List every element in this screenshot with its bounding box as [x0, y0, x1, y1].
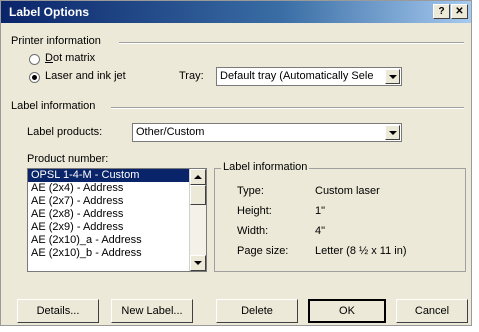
laser-label: Laser and ink jet [45, 70, 126, 82]
label-details-title: Label information [221, 161, 310, 173]
divider [119, 42, 464, 44]
list-scrollbar[interactable] [189, 169, 206, 271]
page-size-value: Letter (8 ½ x 11 in) [315, 245, 407, 257]
divider [111, 107, 464, 109]
type-label: Type: [237, 185, 264, 197]
product-number-label: Product number: [27, 153, 109, 165]
title-bar: Label Options ? ✕ [1, 1, 471, 23]
list-item[interactable]: AE (2x7) - Address [28, 195, 206, 208]
label-options-dialog: Label Options ? ✕ Printer information Do… [0, 0, 472, 326]
ok-button[interactable]: OK [308, 299, 386, 323]
scroll-up-icon[interactable] [190, 169, 206, 185]
chevron-down-icon[interactable] [385, 69, 400, 84]
details-button[interactable]: Details... [17, 299, 99, 323]
label-details-group: Label information Type: Custom laser Hei… [214, 161, 466, 272]
width-label: Width: [237, 225, 269, 237]
help-icon[interactable]: ? [433, 4, 450, 19]
type-value: Custom laser [315, 185, 380, 197]
list-item[interactable]: AE (2x4) - Address [28, 182, 206, 195]
dot-matrix-label: Dot matrix [45, 52, 96, 64]
width-value: 4" [315, 225, 326, 237]
label-info-heading: Label information [11, 100, 96, 112]
height-label: Height: [237, 205, 272, 217]
laser-radio[interactable] [29, 72, 40, 83]
label-products-dropdown[interactable]: Other/Custom [132, 123, 402, 142]
list-item[interactable]: AE (2x10)_a - Address [28, 234, 206, 247]
delete-button[interactable]: Delete [216, 299, 298, 323]
list-item[interactable]: OPSL 1-4-M - Custom [28, 169, 206, 182]
page-size-label: Page size: [237, 245, 289, 257]
tray-dropdown[interactable]: Default tray (Automatically Sele [216, 67, 402, 86]
list-item[interactable]: AE (2x8) - Address [28, 208, 206, 221]
height-value: 1" [315, 205, 326, 217]
list-item[interactable]: AE (2x10)_b - Address [28, 247, 206, 260]
label-products-value: Other/Custom [136, 126, 205, 138]
tray-value: Default tray (Automatically Sele [220, 70, 374, 82]
chevron-down-icon[interactable] [385, 125, 400, 140]
label-products-label: Label products: [27, 126, 103, 138]
cancel-button[interactable]: Cancel [396, 299, 468, 323]
new-label-button[interactable]: New Label... [111, 299, 193, 323]
tray-label: Tray: [179, 70, 204, 82]
close-icon[interactable]: ✕ [451, 4, 468, 19]
scroll-down-icon[interactable] [190, 255, 206, 271]
dialog-title: Label Options [9, 5, 90, 19]
scroll-thumb[interactable] [190, 185, 206, 205]
list-item[interactable]: AE (2x9) - Address [28, 221, 206, 234]
printer-info-heading: Printer information [11, 35, 101, 47]
product-number-list[interactable]: OPSL 1-4-M - Custom AE (2x4) - Address A… [27, 168, 207, 272]
dot-matrix-radio[interactable] [29, 54, 40, 65]
